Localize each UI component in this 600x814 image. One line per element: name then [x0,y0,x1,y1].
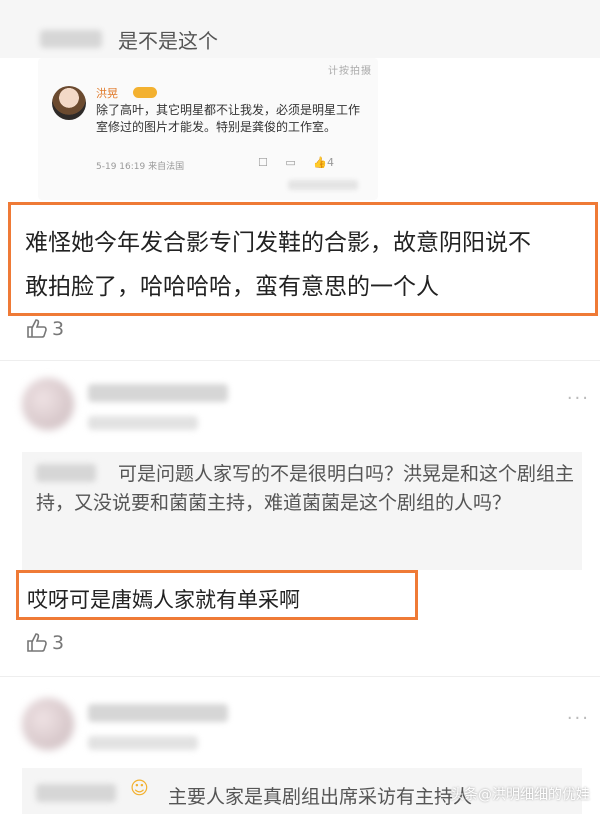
reply-text: 可是问题人家写的不是很明白吗？洪晃是和这个剧组主持，又没说要和菌菌主持，难道菌菌… [36,463,575,514]
thumbs-up-icon [27,633,47,652]
blurred-username [88,384,228,402]
nested-reply: 可是问题人家写的不是很明白吗？洪晃是和这个剧组主持，又没说要和菌菌主持，难道菌菌… [22,452,582,570]
embedded-corner-text: 计按拍摄 [328,66,372,77]
like-button[interactable]: 3 [26,632,64,654]
blurred-username [36,784,116,802]
avatar [22,378,74,430]
divider [0,360,600,361]
divider [0,676,600,677]
like-count: 3 [52,318,65,340]
watermark: 头条@洪明细细的优娃 [450,787,590,803]
more-options-icon[interactable]: ··· [567,388,590,409]
blurred-watermark [288,180,358,190]
post-meta: 5-19 16:19 来自法国 [96,162,185,172]
embedded-weibo-post: 计按拍摄 洪晃 除了高叶，其它明星都不让我发，必须是明星工作室修过的图片才能发。… [38,58,378,200]
emoji-icon: ☺ [130,778,149,799]
reply-text: 主要人家是真剧组出席采访有主持人 [168,786,473,808]
comment-text-line-1: 难怪她今年发合影专门发鞋的合影，故意阴阳说不 [25,230,531,256]
comment-text-line-2: 敢拍脸了，哈哈哈哈，蛮有意思的一个人 [25,274,439,300]
comment-text: 哎呀可是唐嫣人家就有单采啊 [27,588,300,612]
post-body: 除了高叶，其它明星都不让我发，必须是明星工作室修过的图片才能发。特别是龚俊的工作… [96,103,361,134]
more-options-icon[interactable]: ··· [567,708,590,729]
blurred-username [88,704,228,722]
post-actions: ☐ ▭ 👍4 [258,156,334,169]
blurred-meta [88,416,198,430]
blurred-meta [88,736,198,750]
avatar [52,86,86,120]
like-button[interactable]: 3 [26,318,64,340]
post-author: 洪晃 [96,87,118,100]
highlighted-comment: 哎呀可是唐嫣人家就有单采啊 [16,570,418,620]
avatar [22,698,74,750]
vip-badge-icon [133,87,157,98]
top-reply-text: 是不是这个 [118,29,218,53]
highlighted-comment: 难怪她今年发合影专门发鞋的合影，故意阴阳说不 敢拍脸了，哈哈哈哈，蛮有意思的一个… [8,202,598,316]
like-count: 3 [52,632,65,654]
thumbs-up-icon [27,319,47,338]
blurred-username [40,30,102,48]
top-reply-row: 是不是这个 [0,0,600,58]
